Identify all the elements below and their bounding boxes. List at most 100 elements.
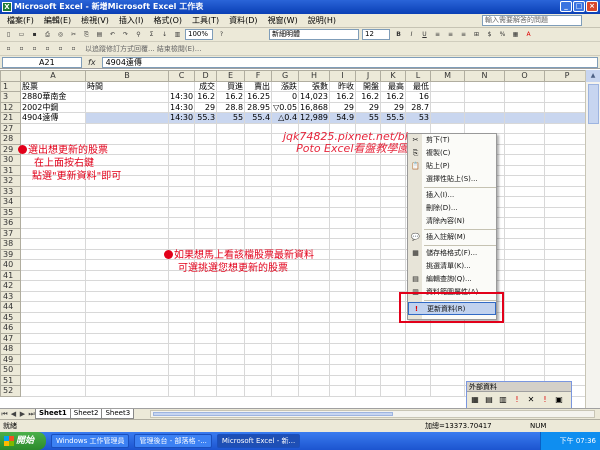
grid-cell[interactable]: 開盤 bbox=[355, 80, 382, 92]
row-header[interactable]: 38 bbox=[0, 238, 21, 250]
grid-cell[interactable] bbox=[85, 385, 169, 397]
grid-cell[interactable] bbox=[298, 164, 331, 176]
zoom-select[interactable]: 100% bbox=[185, 29, 213, 40]
context-menu-item[interactable]: 挑選清單(K)... bbox=[408, 260, 496, 273]
grid-cell[interactable] bbox=[544, 217, 591, 229]
context-menu-item[interactable]: ✂ 剪下(T) bbox=[408, 134, 496, 147]
grid-cell[interactable]: 16.2 bbox=[216, 91, 246, 103]
grid-cell[interactable] bbox=[271, 353, 300, 365]
column-header[interactable]: J bbox=[355, 70, 382, 82]
grid-cell[interactable] bbox=[504, 227, 546, 239]
grid-cell[interactable] bbox=[20, 364, 86, 376]
grid-cell[interactable] bbox=[244, 311, 273, 323]
redo-icon[interactable]: ↷ bbox=[120, 30, 131, 40]
grid-cell[interactable] bbox=[355, 185, 382, 197]
grid-cell[interactable] bbox=[430, 112, 466, 124]
grid-cell[interactable] bbox=[355, 311, 382, 323]
grid-cell[interactable]: 16.25 bbox=[244, 91, 273, 103]
grid-cell[interactable] bbox=[20, 259, 86, 271]
row-header[interactable]: 27 bbox=[0, 122, 21, 134]
grid-cell[interactable] bbox=[167, 364, 196, 376]
scroll-up-icon[interactable]: ▲ bbox=[586, 70, 600, 82]
grid-cell[interactable] bbox=[355, 238, 382, 250]
grid-cell[interactable] bbox=[504, 343, 546, 355]
grid-cell[interactable]: 2880華南金 bbox=[20, 91, 86, 103]
print-icon[interactable]: ⎙ bbox=[42, 30, 53, 40]
grid-cell[interactable] bbox=[167, 343, 196, 355]
grid-cell[interactable] bbox=[271, 322, 300, 334]
menu-item[interactable]: 檢視(V) bbox=[76, 15, 114, 26]
grid-cell[interactable] bbox=[504, 133, 546, 145]
grid-cell[interactable] bbox=[271, 311, 300, 323]
grid-cell[interactable] bbox=[405, 374, 432, 386]
grid-cell[interactable] bbox=[216, 154, 246, 166]
grid-cell[interactable] bbox=[355, 259, 382, 271]
grid-cell[interactable]: 55.5 bbox=[380, 112, 407, 124]
grid-cell[interactable] bbox=[380, 238, 407, 250]
grid-cell[interactable] bbox=[355, 290, 382, 302]
grid-cell[interactable] bbox=[20, 301, 86, 313]
row-header[interactable]: 37 bbox=[0, 227, 21, 239]
grid-cell[interactable] bbox=[194, 301, 218, 313]
grid-cell[interactable] bbox=[20, 122, 86, 134]
grid-cell[interactable] bbox=[544, 269, 591, 281]
grid-cell[interactable] bbox=[167, 143, 196, 155]
grid-cell[interactable] bbox=[216, 353, 246, 365]
grid-cell[interactable] bbox=[216, 374, 246, 386]
grid-cell[interactable] bbox=[464, 112, 506, 124]
grid-cell[interactable] bbox=[85, 133, 169, 145]
grid-cell[interactable] bbox=[244, 206, 273, 218]
column-header[interactable]: L bbox=[405, 70, 432, 82]
grid-cell[interactable] bbox=[544, 154, 591, 166]
grid-cell[interactable] bbox=[167, 122, 196, 134]
grid-cell[interactable] bbox=[85, 332, 169, 344]
grid-cell[interactable] bbox=[430, 322, 466, 334]
grid-cell[interactable] bbox=[380, 385, 407, 397]
grid-cell[interactable] bbox=[244, 122, 273, 134]
grid-cell[interactable] bbox=[329, 353, 357, 365]
grid-cell[interactable] bbox=[167, 311, 196, 323]
help-icon[interactable]: ? bbox=[216, 30, 227, 40]
sheet-tab[interactable]: Sheet2 bbox=[69, 409, 103, 419]
prev-sheet-icon[interactable]: ◀ bbox=[9, 410, 18, 418]
grid-cell[interactable] bbox=[194, 374, 218, 386]
grid-cell[interactable] bbox=[20, 332, 86, 344]
cut-icon[interactable]: ✂ bbox=[68, 30, 79, 40]
grid-cell[interactable] bbox=[216, 332, 246, 344]
grid-cell[interactable]: 16.2 bbox=[194, 91, 218, 103]
grid-cell[interactable] bbox=[167, 175, 196, 187]
context-menu-item[interactable]: ⎘ 複製(C) bbox=[408, 147, 496, 160]
grid-cell[interactable] bbox=[298, 206, 331, 218]
grid-cell[interactable] bbox=[244, 385, 273, 397]
grid-cell[interactable] bbox=[244, 322, 273, 334]
grid-cell[interactable] bbox=[271, 332, 300, 344]
help-search-input[interactable]: 輸入需要解答的問題 bbox=[482, 15, 582, 26]
grid-cell[interactable] bbox=[504, 248, 546, 260]
refresh-status-icon[interactable]: ▣ bbox=[554, 395, 564, 405]
grid-cell[interactable] bbox=[216, 122, 246, 134]
column-header[interactable]: O bbox=[504, 70, 546, 82]
grid-cell[interactable] bbox=[298, 343, 331, 355]
grid-cell[interactable] bbox=[85, 301, 169, 313]
select-all-corner[interactable] bbox=[0, 70, 21, 82]
horizontal-scrollbar[interactable] bbox=[150, 410, 595, 418]
grid-cell[interactable] bbox=[329, 374, 357, 386]
column-header[interactable]: D bbox=[194, 70, 218, 82]
grid-cell[interactable]: 28.95 bbox=[244, 101, 273, 113]
grid-cell[interactable] bbox=[405, 353, 432, 365]
grid-cell[interactable] bbox=[85, 343, 169, 355]
row-header[interactable]: 44 bbox=[0, 301, 21, 313]
maximize-button[interactable]: □ bbox=[573, 1, 585, 12]
grid-cell[interactable] bbox=[504, 164, 546, 176]
context-menu-item[interactable]: 清除內容(N) bbox=[408, 215, 496, 228]
grid-cell[interactable] bbox=[194, 217, 218, 229]
grid-cell[interactable] bbox=[244, 185, 273, 197]
grid-cell[interactable] bbox=[329, 248, 357, 260]
grid-cell[interactable] bbox=[167, 385, 196, 397]
grid-cell[interactable] bbox=[544, 353, 591, 365]
italic-icon[interactable]: I bbox=[406, 30, 417, 40]
row-header[interactable]: 1 bbox=[0, 80, 21, 92]
grid-cell[interactable] bbox=[355, 248, 382, 260]
grid-cell[interactable] bbox=[355, 332, 382, 344]
grid-cell[interactable] bbox=[216, 343, 246, 355]
